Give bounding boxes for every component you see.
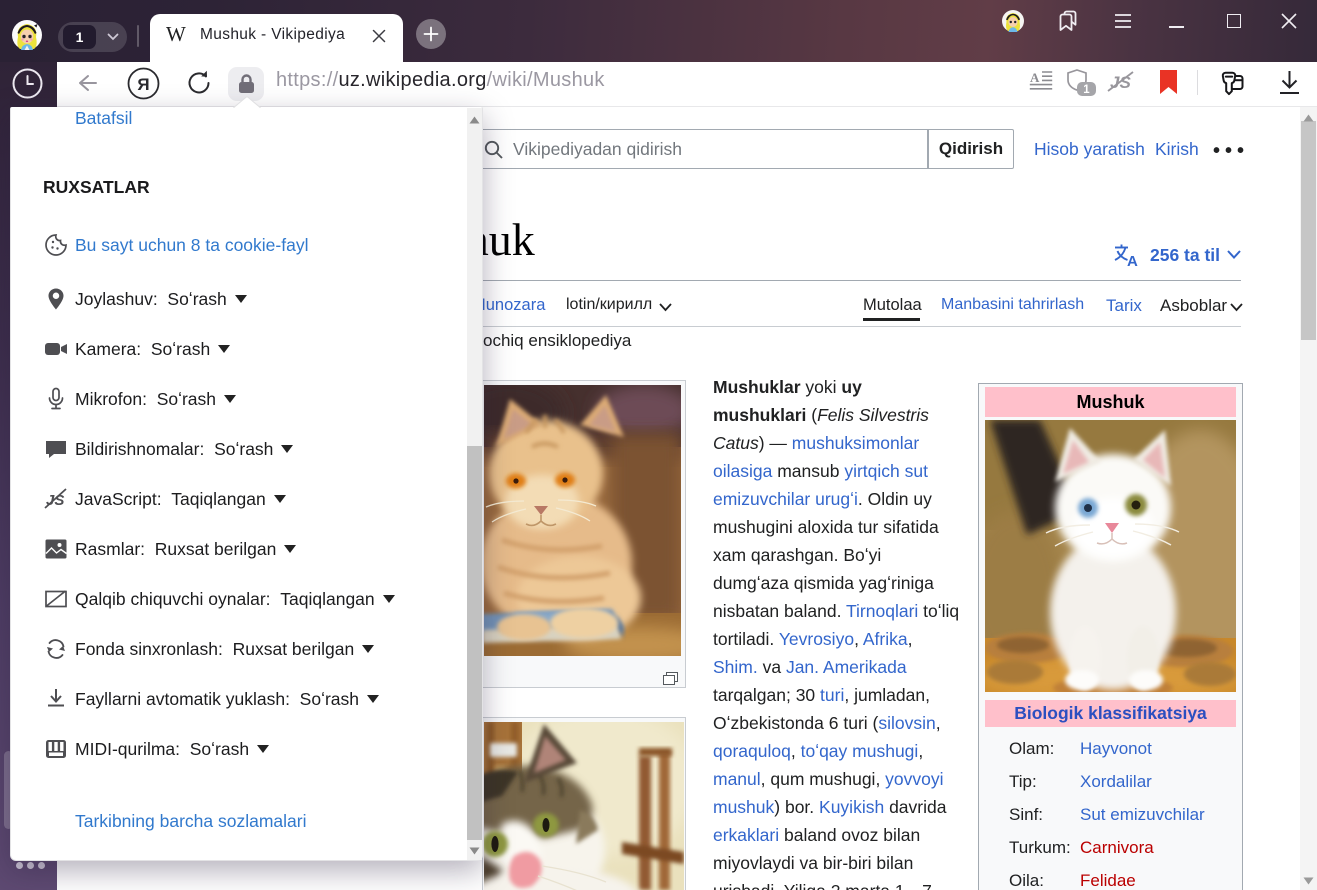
- svg-text:1: 1: [1083, 84, 1090, 96]
- svg-text:Я: Я: [137, 75, 149, 94]
- svg-text:JS: JS: [46, 492, 64, 509]
- svg-text:A: A: [1030, 71, 1040, 85]
- svg-text:A: A: [1127, 253, 1138, 267]
